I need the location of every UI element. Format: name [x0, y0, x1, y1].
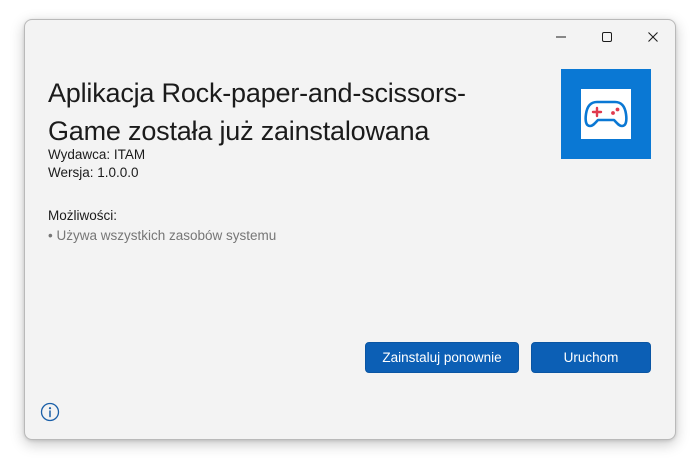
capability-item: • Używa wszystkich zasobów systemu	[48, 228, 277, 243]
maximize-icon	[602, 32, 612, 42]
capabilities-label: Możliwości:	[48, 208, 118, 223]
version-text: Wersja: 1.0.0.0	[48, 165, 139, 180]
close-icon	[648, 32, 658, 42]
page-title: Aplikacja Rock-paper-and-scissors-Game z…	[48, 78, 466, 146]
minimize-icon	[556, 36, 566, 38]
launch-button[interactable]: Uruchom	[531, 342, 651, 373]
installer-window: Aplikacja Rock-paper-and-scissors-Game z…	[24, 19, 676, 440]
gamepad-icon	[584, 100, 628, 128]
maximize-button[interactable]	[584, 21, 630, 53]
app-icon-background	[581, 89, 631, 139]
close-button[interactable]	[630, 21, 675, 53]
app-icon-tile	[561, 69, 651, 159]
publisher-text: Wydawca: ITAM	[48, 147, 146, 162]
info-icon	[40, 402, 60, 422]
info-button[interactable]	[40, 402, 60, 422]
minimize-button[interactable]	[538, 21, 584, 53]
reinstall-button[interactable]: Zainstaluj ponownie	[365, 342, 519, 373]
